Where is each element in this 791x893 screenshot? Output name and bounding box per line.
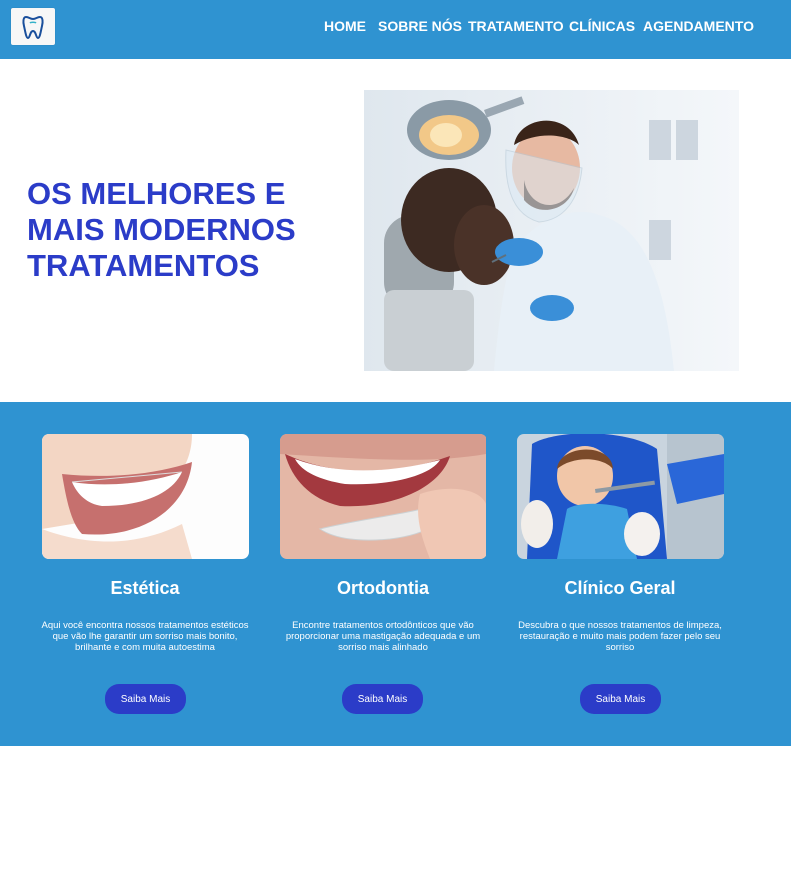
ortodontia-description: Encontre tratamentos ortodônticos que vã… (285, 620, 481, 653)
clinico-geral-child-image (517, 434, 724, 559)
nav-clinicas[interactable]: CLÍNICAS (569, 18, 635, 34)
hero-title: OS MELHORES E MAIS MODERNOS TRATAMENTOS (27, 176, 296, 283)
nav-tratamento[interactable]: TRATAMENTO (468, 18, 564, 34)
hero-dentist-image (364, 90, 739, 371)
estetica-description: Aqui você encontra nossos tratamentos es… (41, 620, 249, 653)
estetica-title: Estética (110, 578, 180, 598)
services-section: Estética Aqui você encontra nossos trata… (0, 402, 791, 746)
nav-agendamento[interactable]: AGENDAMENTO (643, 18, 754, 34)
navbar: HOME SOBRE NÓS TRATAMENTO CLÍNICAS AGEND… (0, 0, 791, 59)
clinico-geral-description: Descubra o que nossos tratamentos de lim… (518, 620, 722, 653)
ortodontia-aligner-image (280, 434, 487, 559)
main-nav: HOME SOBRE NÓS TRATAMENTO CLÍNICAS AGEND… (0, 18, 791, 38)
clinico-geral-saiba-mais-button[interactable]: Saiba Mais (580, 684, 661, 714)
clinico-geral-title: Clínico Geral (564, 578, 676, 598)
nav-sobre-nos[interactable]: SOBRE NÓS (378, 18, 462, 34)
ortodontia-title: Ortodontia (337, 578, 429, 598)
estetica-smile-image (42, 434, 249, 559)
ortodontia-saiba-mais-button[interactable]: Saiba Mais (342, 684, 423, 714)
estetica-saiba-mais-button[interactable]: Saiba Mais (105, 684, 186, 714)
nav-home[interactable]: HOME (324, 18, 366, 34)
